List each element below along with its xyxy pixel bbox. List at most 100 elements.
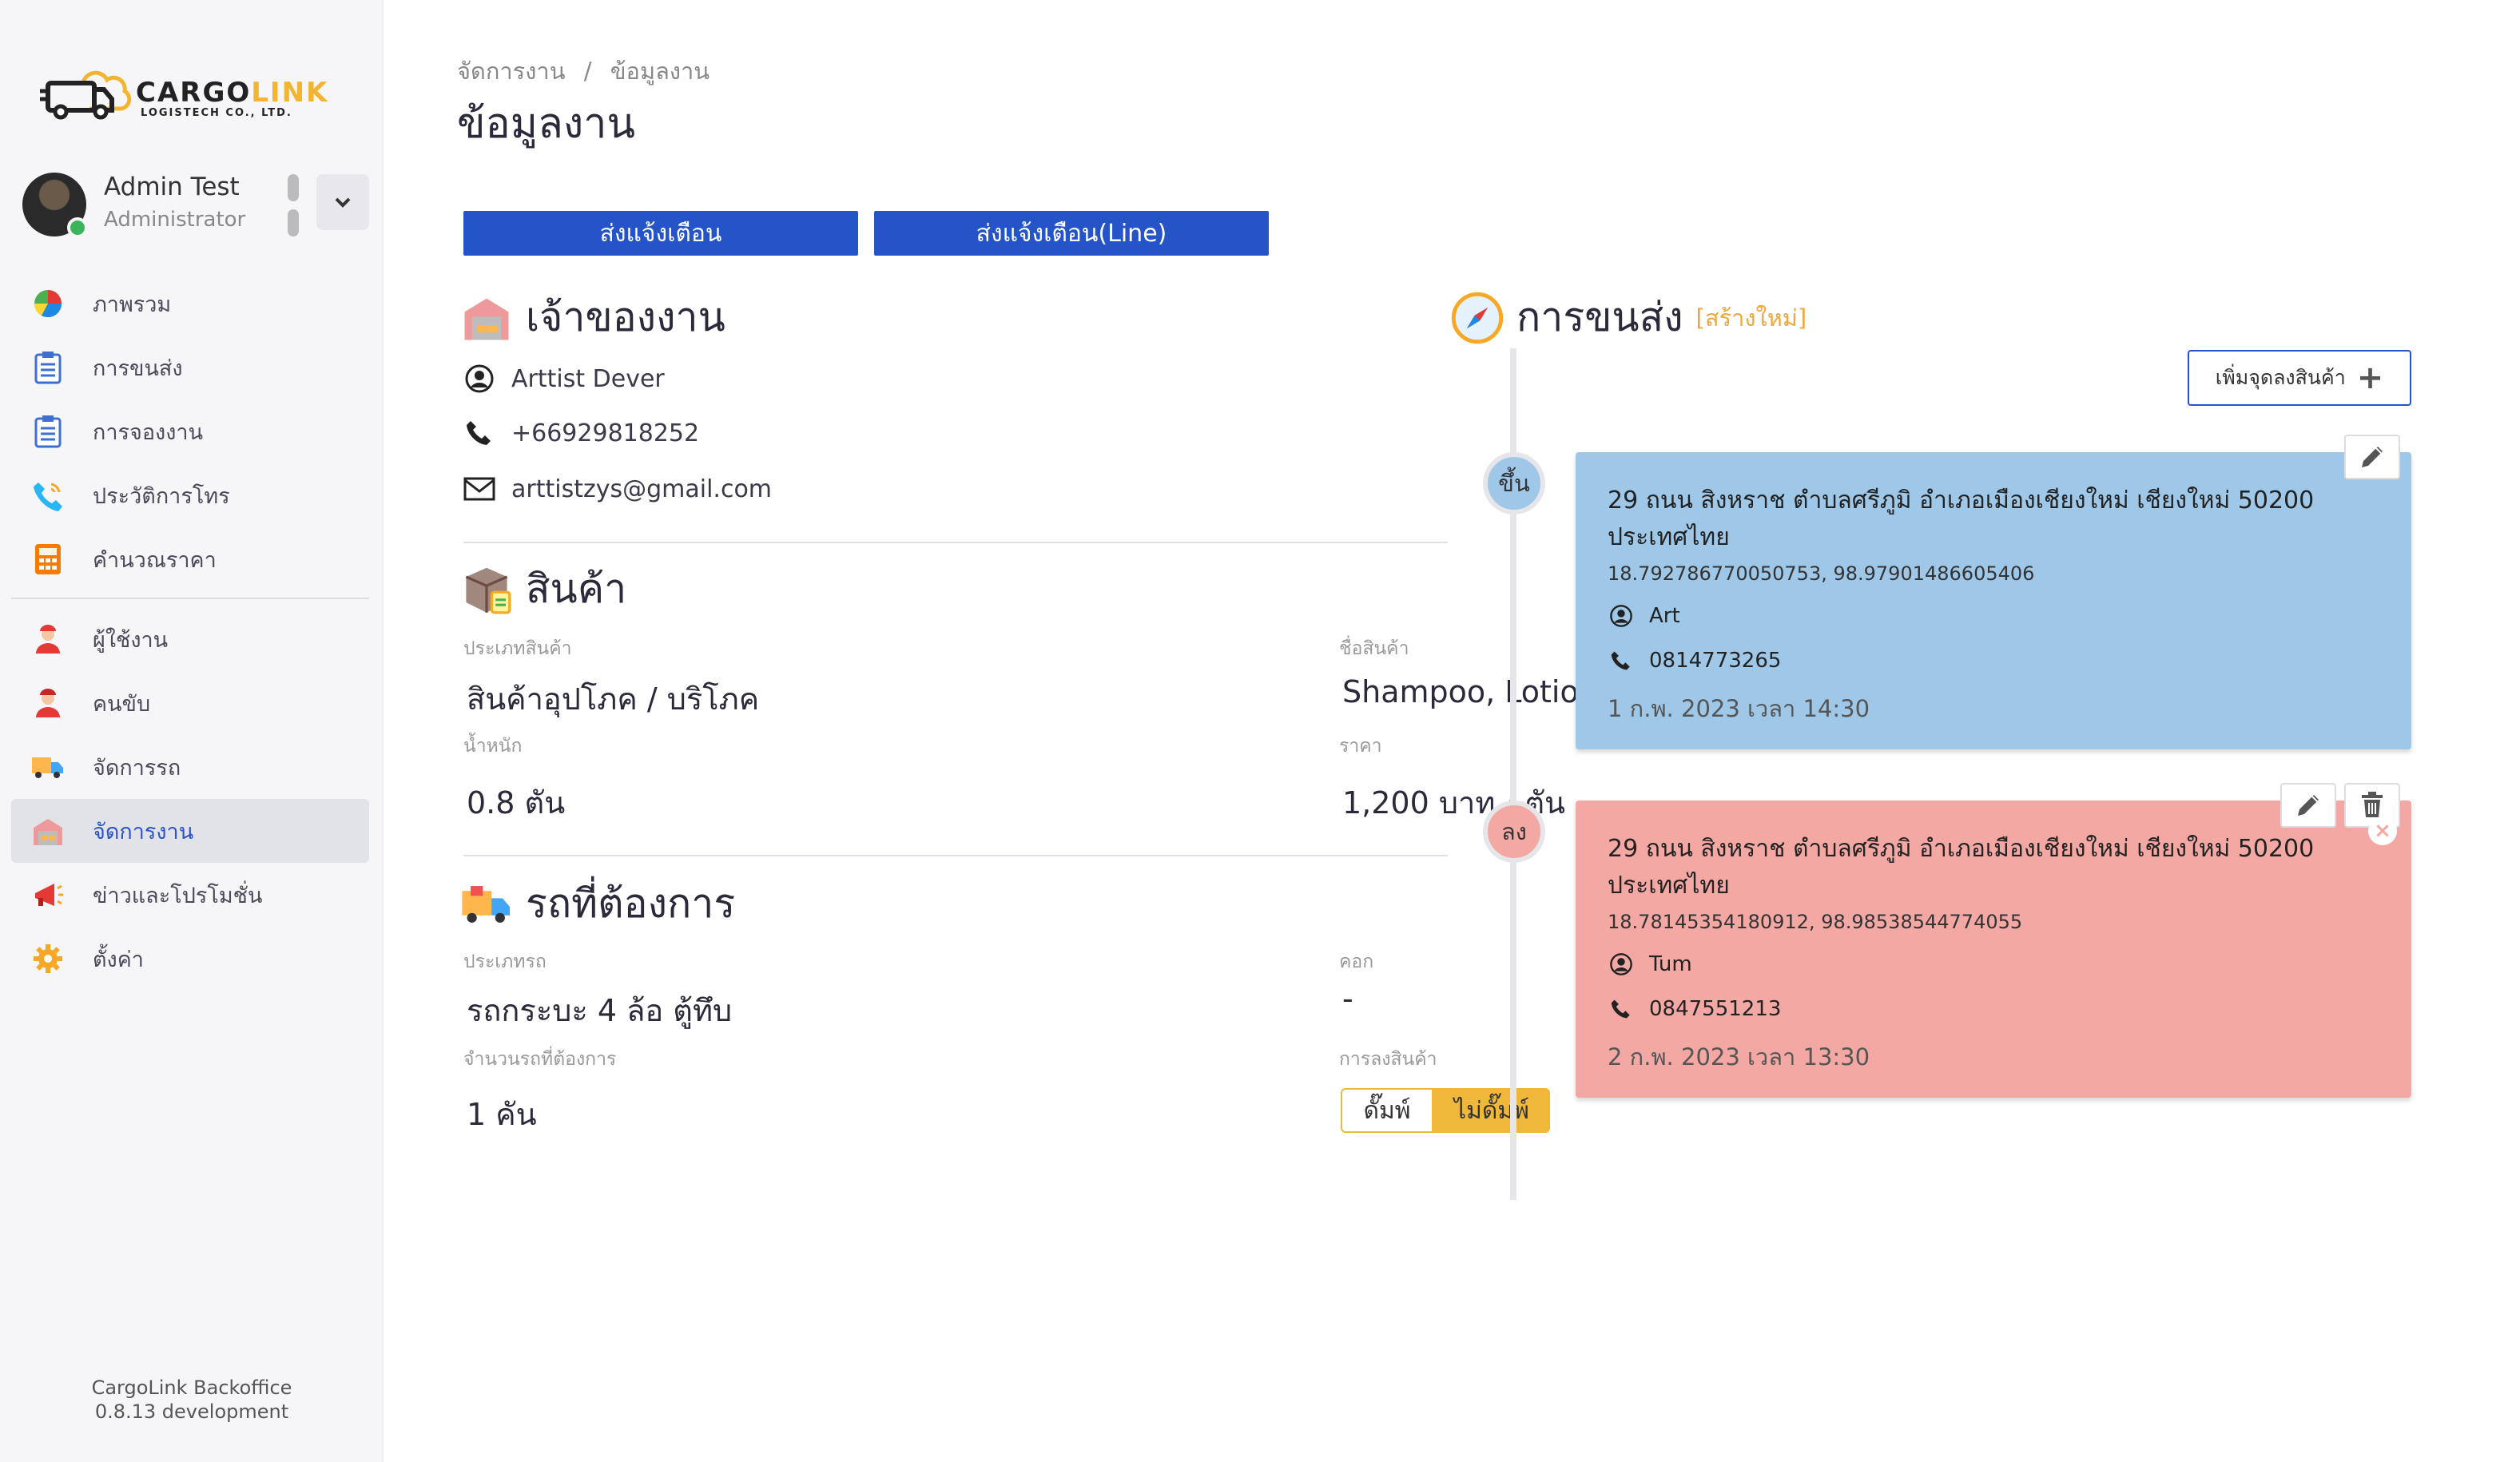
stop-phone-row: 0814773265 xyxy=(1608,647,2379,674)
unload-no-dump-option[interactable]: ไม่ดั๊มพ์ xyxy=(1433,1088,1550,1133)
breadcrumb-separator: / xyxy=(583,58,592,85)
sidebar-item-transport[interactable]: การขนส่ง xyxy=(11,336,369,399)
driver-icon xyxy=(30,685,66,721)
user-circle-icon xyxy=(1608,602,1635,630)
sidebar-item-settings[interactable]: ตั้งค่า xyxy=(11,927,369,991)
user-profile: Admin Test Administrator xyxy=(22,169,374,240)
breadcrumb: จัดการงาน / ข้อมูลงาน xyxy=(457,53,709,89)
warehouse-icon xyxy=(460,292,513,344)
pickup-badge: ขึ้น xyxy=(1483,452,1545,514)
user-circle-icon xyxy=(463,363,495,395)
chevron-down-icon xyxy=(335,197,351,208)
nav-divider xyxy=(11,598,369,599)
sidebar-footer: CargoLink Backoffice 0.8.13 development xyxy=(0,1376,384,1424)
owner-email-row: arttistzys@gmail.com xyxy=(463,473,772,505)
warehouse-icon xyxy=(30,813,66,848)
product-type-label: ประเภทสินค้า xyxy=(463,638,572,659)
sidebar-item-drivers[interactable]: คนขับ xyxy=(11,671,369,735)
vehicle-count-value: 1 คัน xyxy=(467,1097,537,1132)
stop-phone: 0814773265 xyxy=(1649,649,1782,673)
user-worker-icon xyxy=(30,622,66,657)
product-weight-label: น้ำหนัก xyxy=(463,736,523,757)
sidebar-item-price-calculator[interactable]: คำนวณราคา xyxy=(11,527,369,591)
app-version: 0.8.13 development xyxy=(94,1400,289,1423)
owner-phone: +66929818252 xyxy=(511,419,700,447)
pencil-icon xyxy=(2362,447,2383,467)
stop-datetime: 1 ก.พ. 2023 เวลา 14:30 xyxy=(1608,695,1870,722)
sidebar-item-jobs[interactable]: จัดการงาน xyxy=(11,799,369,863)
sidebar-item-vehicles[interactable]: จัดการรถ xyxy=(11,735,369,799)
product-price-label: ราคา xyxy=(1339,736,1382,757)
unload-dump-option[interactable]: ดั๊มพ์ xyxy=(1341,1088,1433,1133)
unload-method-label: การลงสินค้า xyxy=(1339,1049,1437,1070)
cargolink-logo[interactable]: CARGOLINK LOGISTECH CO., LTD. xyxy=(38,66,336,121)
add-drop-point-button[interactable]: เพิ่มจุดลงสินค้า + xyxy=(2188,350,2411,406)
owner-name-row: Arttist Dever xyxy=(463,363,665,395)
sidebar-item-label: คนขับ xyxy=(93,691,151,717)
user-name: Admin Test xyxy=(104,173,240,201)
clipboard-icon xyxy=(30,414,66,449)
sidebar-nav: ภาพรวม การขนส่ง การจองงาน ประวัติการโทร … xyxy=(11,272,369,991)
compass-icon xyxy=(1451,292,1504,344)
sidebar-item-news-promotions[interactable]: ข่าวและโปรโมชั่น xyxy=(11,863,369,927)
sidebar-item-label: ผู้ใช้งาน xyxy=(93,627,169,653)
online-status-icon xyxy=(67,217,88,238)
sidebar-item-call-history[interactable]: ประวัติการโทร xyxy=(11,463,369,527)
truck-icon xyxy=(460,878,513,931)
sidebar-item-label: การจองงาน xyxy=(93,419,204,445)
dropoff-badge: ลง xyxy=(1483,801,1545,863)
sidebar-item-overview[interactable]: ภาพรวม xyxy=(11,272,369,336)
phone-icon xyxy=(463,417,495,449)
sidebar-item-label: ประวัติการโทร xyxy=(93,483,230,509)
create-new-link[interactable]: [สร้างใหม่] xyxy=(1696,300,1807,336)
sidebar-item-booking[interactable]: การจองงาน xyxy=(11,399,369,463)
transport-heading-text: การขนส่ง xyxy=(1516,294,1683,340)
close-icon[interactable]: × xyxy=(2368,816,2397,845)
product-section-heading: สินค้า xyxy=(460,558,626,621)
sidebar-item-label: ข่าวและโปรโมชั่น xyxy=(93,883,263,908)
sidebar-item-label: ภาพรวม xyxy=(93,292,172,317)
envelope-icon xyxy=(463,473,495,505)
send-notification-button[interactable]: ส่งแจ้งเตือน xyxy=(463,211,858,256)
calculator-icon xyxy=(30,542,66,577)
brand-subtitle: LOGISTECH CO., LTD. xyxy=(141,107,292,119)
edit-pickup-button[interactable] xyxy=(2344,435,2400,479)
truck-cloud-logo-icon xyxy=(38,70,132,120)
sidebar-item-users[interactable]: ผู้ใช้งาน xyxy=(11,607,369,671)
sidebar: CARGOLINK LOGISTECH CO., LTD. Admin Test… xyxy=(0,0,384,1462)
section-divider xyxy=(463,542,1448,543)
phone-icon xyxy=(1608,995,1635,1023)
send-line-notification-button[interactable]: ส่งแจ้งเตือน(Line) xyxy=(874,211,1269,256)
stop-coordinates: 18.78145354180912, 98.98538544774055 xyxy=(1608,911,2023,933)
sidebar-item-label: การขนส่ง xyxy=(93,356,183,381)
product-heading-text: สินค้า xyxy=(526,566,627,612)
stop-address: 29 ถนน สิงหราช ตำบลศรีภูมิ อำเภอเมืองเชี… xyxy=(1608,835,2315,900)
stop-datetime: 2 ก.พ. 2023 เวลา 13:30 xyxy=(1608,1043,1870,1071)
plus-icon: + xyxy=(2356,360,2384,396)
stop-phone: 0847551213 xyxy=(1649,997,1782,1021)
user-role: Administrator xyxy=(104,208,246,232)
gear-icon xyxy=(30,941,66,976)
stop-contact-row: Art xyxy=(1608,602,2379,630)
pencil-icon xyxy=(2298,795,2319,816)
clipboard-icon xyxy=(30,350,66,385)
phone-icon xyxy=(1608,647,1635,674)
pie-chart-icon xyxy=(30,286,66,321)
owner-section-heading: เจ้าของงาน xyxy=(460,286,725,349)
sidebar-item-label: จัดการรถ xyxy=(93,755,181,781)
sidebar-item-label: คำนวณราคา xyxy=(93,547,217,573)
profile-scrollbar[interactable] xyxy=(288,174,300,238)
product-name-value: Shampoo, Lotion xyxy=(1342,674,1598,709)
add-drop-point-label: เพิ่มจุดลงสินค้า xyxy=(2215,366,2346,389)
owner-name: Arttist Dever xyxy=(511,364,665,393)
stop-address: 29 ถนน สิงหราช ตำบลศรีภูมิ อำเภอเมืองเชี… xyxy=(1608,487,2315,551)
breadcrumb-current: ข้อมูลงาน xyxy=(610,58,710,85)
page-title: ข้อมูลงาน xyxy=(457,100,636,148)
unload-method-toggle: ดั๊มพ์ ไม่ดั๊มพ์ xyxy=(1341,1088,1550,1133)
product-name-label: ชื่อสินค้า xyxy=(1339,638,1409,659)
owner-phone-row: +66929818252 xyxy=(463,417,699,449)
phone-call-icon xyxy=(30,478,66,513)
edit-dropoff-button[interactable] xyxy=(2280,783,2336,828)
breadcrumb-parent-link[interactable]: จัดการงาน xyxy=(457,58,566,85)
profile-dropdown-button[interactable] xyxy=(316,174,369,230)
